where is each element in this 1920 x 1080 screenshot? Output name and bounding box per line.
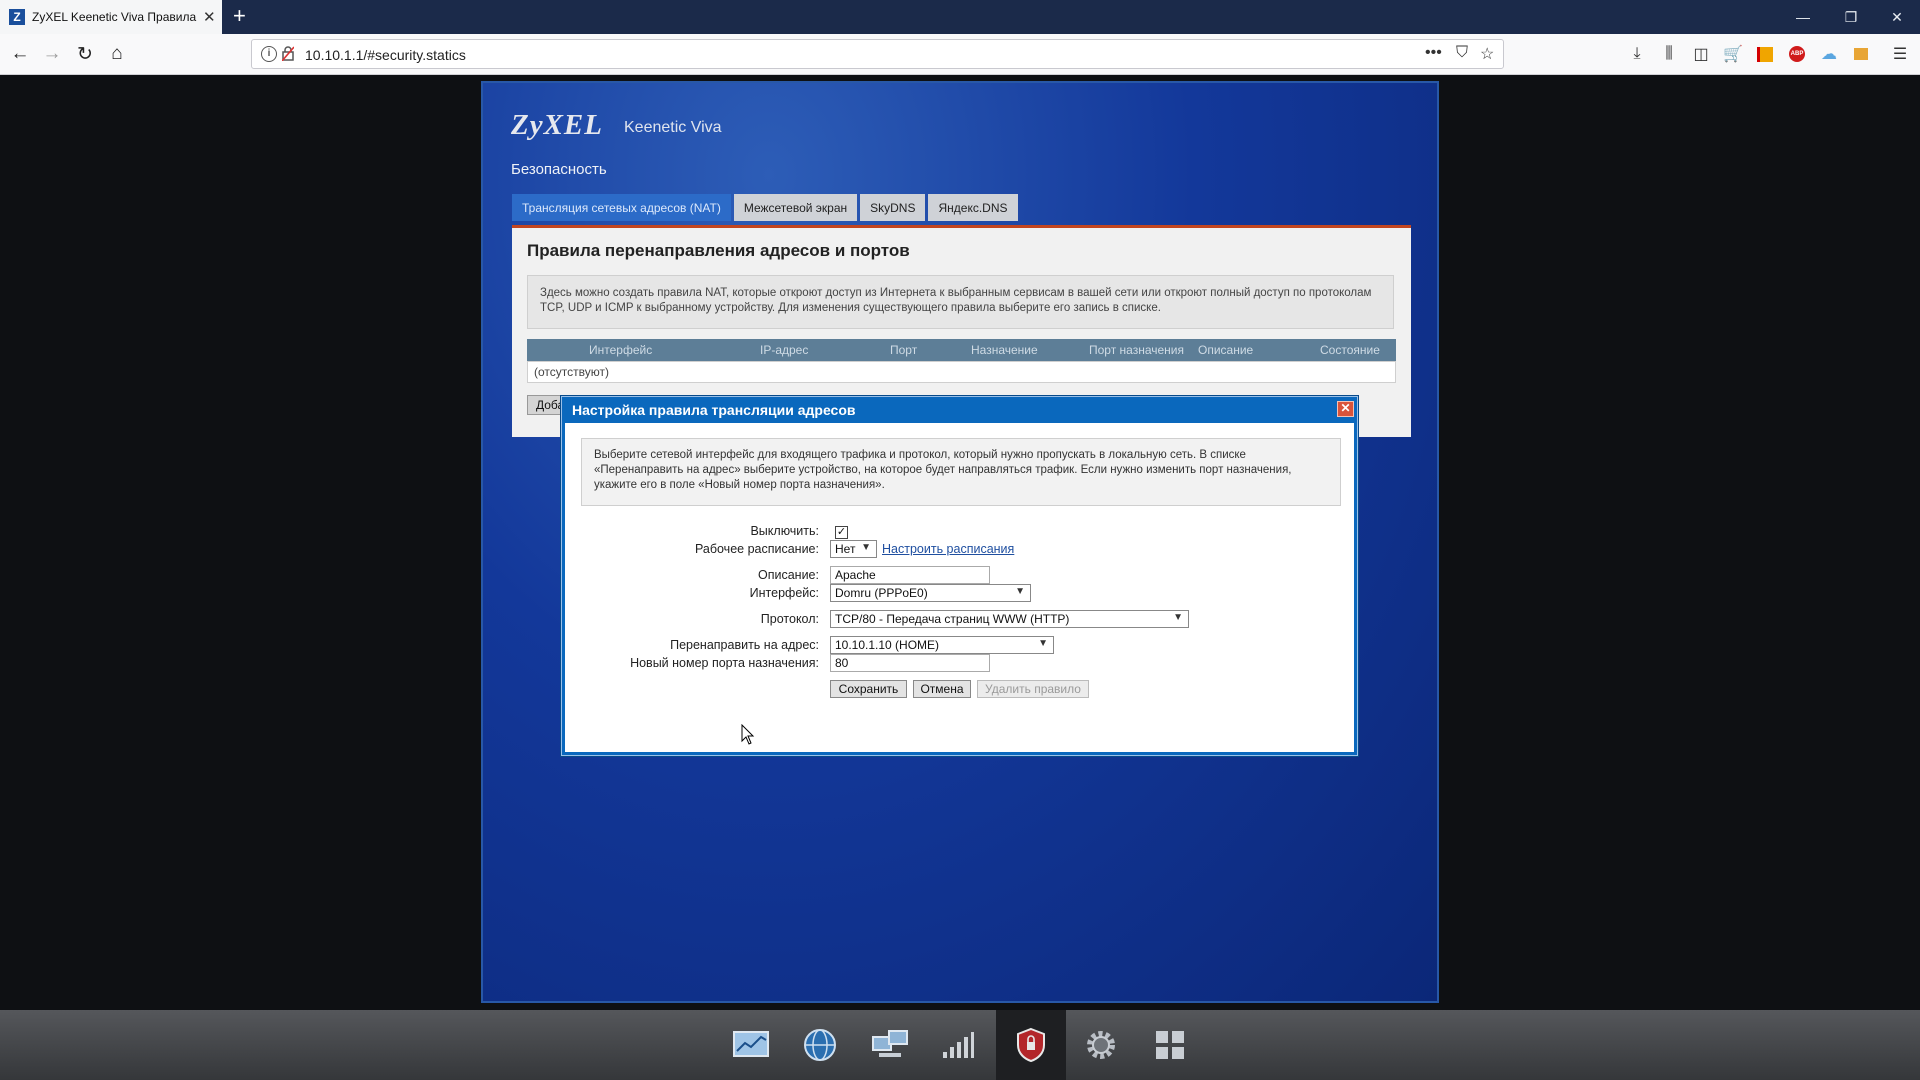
- page-actions-icon[interactable]: •••: [1425, 44, 1442, 62]
- tab-title: ZyXEL Keenetic Viva Правила п: [32, 10, 197, 24]
- settings-gear-icon[interactable]: [1082, 1026, 1120, 1064]
- tab-firewall[interactable]: Межсетевой экран: [733, 194, 858, 221]
- disable-checkbox[interactable]: ✓: [835, 526, 848, 539]
- security-shield-icon[interactable]: [996, 1010, 1066, 1080]
- security-tabs: Трансляция сетевых адресов (NAT) Межсете…: [512, 194, 1018, 221]
- redirect-select[interactable]: 10.10.1.10 (HOME) ▼: [830, 636, 1054, 654]
- extension-flag-icon[interactable]: [1755, 44, 1775, 64]
- redirect-value: 10.10.1.10 (HOME): [835, 638, 940, 652]
- schedule-label: Рабочее расписание:: [694, 542, 819, 556]
- mouse-cursor-icon: [741, 724, 755, 745]
- tab-skydns[interactable]: SkyDNS: [860, 194, 926, 221]
- back-icon[interactable]: ←: [5, 39, 35, 69]
- shopping-cart-icon[interactable]: 🛒: [1723, 44, 1743, 64]
- redirect-label: Перенаправить на адрес:: [670, 638, 819, 652]
- adblock-icon[interactable]: ABP: [1787, 44, 1807, 64]
- home-network-icon[interactable]: [871, 1026, 909, 1064]
- new-port-label: Новый номер порта назначения:: [630, 656, 819, 670]
- pocket-icon[interactable]: ⛉: [1456, 44, 1468, 62]
- interface-label: Интерфейс:: [749, 586, 819, 600]
- internet-globe-icon[interactable]: [801, 1026, 839, 1064]
- col-port: Порт: [890, 343, 918, 357]
- new-port-input[interactable]: 80: [830, 654, 990, 672]
- forward-icon[interactable]: →: [37, 39, 67, 69]
- downloads-icon[interactable]: ⤓: [1627, 44, 1647, 64]
- chevron-down-icon: ▼: [1173, 612, 1183, 623]
- insecure-lock-icon: [282, 46, 294, 61]
- menu-icon[interactable]: ☰: [1890, 44, 1910, 64]
- dialog-close-icon[interactable]: ✕: [1337, 401, 1354, 417]
- col-interface: Интерфейс: [589, 343, 653, 357]
- save-button[interactable]: Сохранить: [830, 680, 907, 698]
- chevron-down-icon: ▼: [861, 542, 871, 553]
- col-destination: Назначение: [971, 343, 1038, 357]
- reload-icon[interactable]: ↻: [70, 39, 100, 69]
- browser-tab-bar: Z ZyXEL Keenetic Viva Правила п ✕ + — ❐ …: [0, 0, 1920, 34]
- window-close-icon[interactable]: ✕: [1874, 0, 1920, 34]
- apps-grid-icon[interactable]: [1151, 1026, 1189, 1064]
- cancel-button[interactable]: Отмена: [913, 680, 971, 698]
- schedule-value: Нет: [835, 542, 856, 556]
- monitor-chart-icon[interactable]: [732, 1026, 770, 1064]
- minimize-icon[interactable]: —: [1780, 0, 1826, 34]
- site-info-icon[interactable]: i: [261, 46, 277, 62]
- url-bar[interactable]: i 10.10.1.1/#security.statics ••• ⛉ ☆: [251, 39, 1504, 69]
- description-label: Описание:: [758, 568, 819, 582]
- router-model: Keenetic Viva: [624, 119, 722, 136]
- cloud-extension-icon[interactable]: ☁: [1819, 44, 1839, 64]
- protocol-value: TCP/80 - Передача страниц WWW (HTTP): [835, 612, 1070, 626]
- schedule-select[interactable]: Нет ▼: [830, 540, 877, 558]
- col-ip: IP-адрес: [760, 343, 809, 357]
- description-input[interactable]: Apache: [830, 566, 990, 584]
- tab-close-icon[interactable]: ✕: [203, 8, 216, 26]
- home-icon[interactable]: ⌂: [102, 39, 132, 69]
- browser-tab[interactable]: Z ZyXEL Keenetic Viva Правила п ✕: [0, 0, 222, 34]
- schedule-settings-link[interactable]: Настроить расписания: [882, 542, 1014, 556]
- disable-label: Выключить:: [750, 524, 819, 538]
- col-description: Описание: [1198, 343, 1254, 357]
- col-state: Состояние: [1320, 343, 1380, 357]
- protocol-select[interactable]: TCP/80 - Передача страниц WWW (HTTP) ▼: [830, 610, 1189, 628]
- col-dest-port: Порт назначения: [1089, 343, 1184, 357]
- router-bottom-dock: [0, 1010, 1920, 1080]
- new-tab-icon[interactable]: +: [233, 4, 246, 28]
- zyxel-favicon-icon: Z: [9, 9, 25, 25]
- sidebar-icon[interactable]: ◫: [1691, 44, 1711, 64]
- protocol-label: Протокол:: [760, 612, 819, 626]
- section-title: Безопасность: [511, 161, 607, 178]
- chevron-down-icon: ▼: [1038, 638, 1048, 649]
- restore-icon[interactable]: ❐: [1828, 0, 1874, 34]
- dialog-body: Выберите сетевой интерфейс для входящего…: [565, 423, 1354, 752]
- tab-yandex-dns[interactable]: Яндекс.DNS: [928, 194, 1018, 221]
- dialog-info: Выберите сетевой интерфейс для входящего…: [581, 438, 1341, 506]
- zyxel-logo: ZyXEL: [511, 109, 603, 141]
- chevron-down-icon: ▼: [1015, 586, 1025, 597]
- panel-info: Здесь можно создать правила NAT, которые…: [527, 275, 1394, 329]
- browser-nav-bar: ← → ↻ ⌂ i 10.10.1.1/#security.statics ••…: [0, 34, 1920, 75]
- nat-rule-dialog: Настройка правила трансляции адресов ✕ В…: [560, 395, 1359, 757]
- library-icon[interactable]: ⫼: [1659, 44, 1679, 64]
- tab-nat[interactable]: Трансляция сетевых адресов (NAT): [512, 194, 731, 221]
- url-text: 10.10.1.1/#security.statics: [305, 47, 466, 63]
- dialog-title: Настройка правила трансляции адресов: [572, 402, 856, 418]
- bookmark-star-icon[interactable]: ☆: [1480, 44, 1494, 64]
- extension-box-icon[interactable]: [1851, 44, 1871, 64]
- panel-title: Правила перенаправления адресов и портов: [527, 241, 910, 260]
- interface-select[interactable]: Domru (PPPoE0) ▼: [830, 584, 1031, 602]
- delete-rule-button[interactable]: Удалить правило: [977, 680, 1089, 698]
- interface-value: Domru (PPPoE0): [835, 586, 928, 600]
- wifi-signal-icon[interactable]: [939, 1026, 977, 1064]
- rules-table-header: Интерфейс IP-адрес Порт Назначение Порт …: [527, 339, 1396, 361]
- rules-table-empty: (отсутствуют): [527, 361, 1396, 383]
